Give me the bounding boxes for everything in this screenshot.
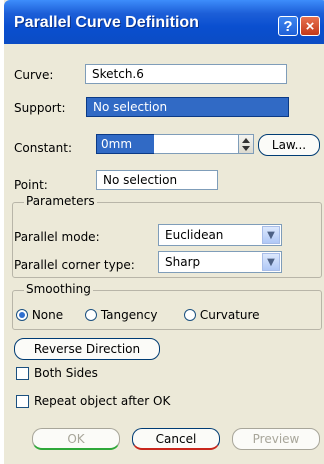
both-sides-checkbox[interactable]	[16, 367, 29, 380]
smoothing-none-option[interactable]: None	[16, 308, 63, 322]
spin-up-icon[interactable]	[242, 138, 250, 143]
parameters-title: Parameters	[24, 194, 97, 208]
close-icon: ×	[305, 17, 315, 35]
constant-label: Constant:	[14, 141, 72, 155]
cancel-button[interactable]: Cancel	[132, 428, 220, 450]
constant-input[interactable]: 0mm	[96, 134, 156, 154]
help-button[interactable]: ?	[278, 16, 298, 36]
corner-type-label: Parallel corner type:	[14, 258, 135, 272]
support-label: Support:	[14, 101, 66, 115]
parallel-mode-value: Euclidean	[165, 228, 224, 242]
radio-selected-icon[interactable]	[16, 309, 28, 321]
radio-icon[interactable]	[85, 309, 97, 321]
both-sides-label: Both Sides	[34, 366, 98, 380]
constant-spinner[interactable]	[238, 134, 254, 154]
smoothing-curvature-option[interactable]: Curvature	[184, 308, 260, 322]
radio-icon[interactable]	[184, 309, 196, 321]
corner-type-value: Sharp	[165, 255, 201, 269]
parallel-mode-combo[interactable]: Euclidean ▼	[158, 224, 282, 246]
law-button[interactable]: Law...	[258, 134, 320, 156]
chevron-down-icon[interactable]: ▼	[262, 226, 280, 244]
ok-button[interactable]: OK	[32, 428, 120, 450]
point-label: Point:	[14, 178, 48, 192]
smoothing-title: Smoothing	[24, 282, 93, 296]
support-field[interactable]: No selection	[86, 97, 289, 117]
close-button[interactable]: ×	[300, 16, 320, 36]
curve-field[interactable]: Sketch.6	[85, 64, 287, 84]
corner-type-combo[interactable]: Sharp ▼	[158, 251, 282, 273]
smoothing-curvature-label: Curvature	[199, 308, 260, 322]
spin-down-icon[interactable]	[242, 146, 250, 151]
curve-label: Curve:	[14, 68, 54, 82]
preview-button[interactable]: Preview	[232, 428, 320, 450]
parallel-curve-dialog: Parallel Curve Definition ? × Curve: Ske…	[4, 0, 324, 464]
point-field[interactable]: No selection	[96, 170, 218, 190]
reverse-direction-button[interactable]: Reverse Direction	[14, 338, 160, 360]
smoothing-none-label: None	[31, 308, 64, 322]
constant-input-tail[interactable]	[154, 134, 240, 154]
smoothing-tangency-option[interactable]: Tangency	[85, 308, 157, 322]
help-icon: ?	[283, 17, 293, 35]
parallel-mode-label: Parallel mode:	[14, 230, 100, 244]
title-bar[interactable]: Parallel Curve Definition ? ×	[4, 0, 324, 44]
repeat-label: Repeat object after OK	[34, 394, 171, 408]
smoothing-tangency-label: Tangency	[100, 308, 158, 322]
repeat-checkbox[interactable]	[16, 395, 29, 408]
dialog-title: Parallel Curve Definition	[14, 14, 199, 31]
chevron-down-icon[interactable]: ▼	[262, 253, 280, 271]
